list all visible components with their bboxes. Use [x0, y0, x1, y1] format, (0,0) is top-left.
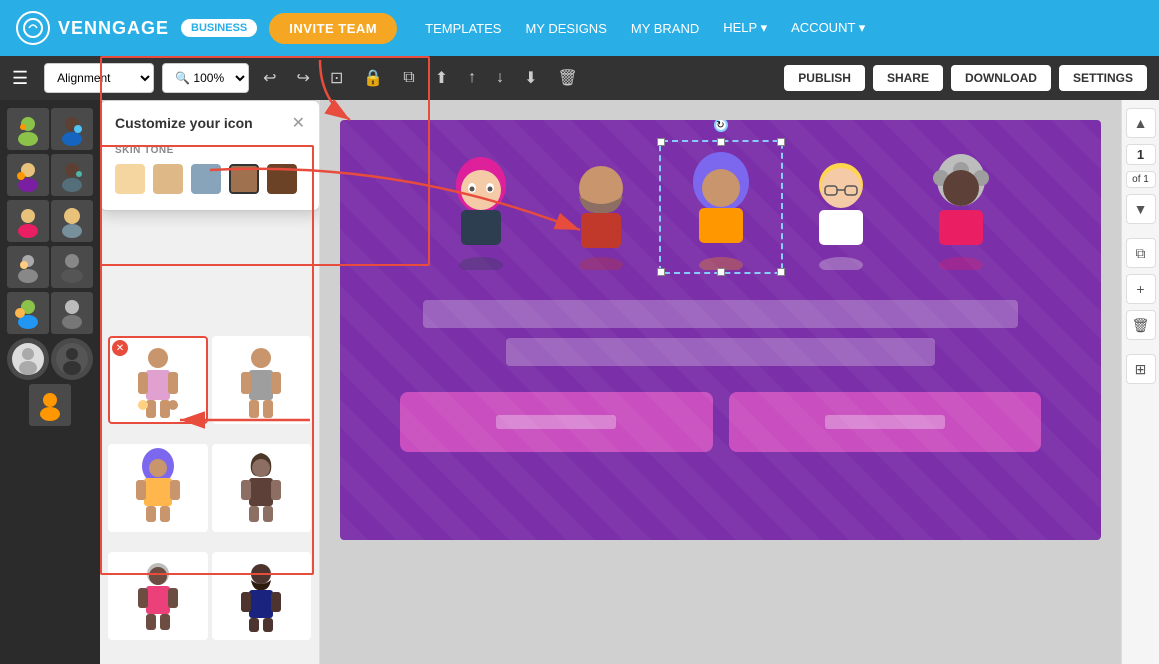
grid-icon-4[interactable] [212, 444, 312, 532]
delete-button[interactable]: 🗑 [552, 64, 584, 92]
share-button[interactable]: SHARE [873, 65, 943, 91]
sidebar-item-3[interactable] [7, 154, 49, 196]
download-button[interactable]: DOWNLOAD [951, 65, 1051, 91]
grid-view-button[interactable]: ⊞ [1126, 354, 1156, 384]
sidebar-item-12[interactable] [51, 338, 93, 380]
toolbar: ☰ Alignment 🔍 100% ↩ ↪ ⊡ 🔒 ⧉ ⬆ ↑ ↓ ⬇ 🗑 P… [0, 56, 1159, 100]
panel-grid: ✕ [100, 328, 319, 664]
logo-text: VENNGAGE [58, 18, 169, 39]
move-down-all-button[interactable]: ⬇ [518, 64, 543, 92]
grid-icon-6[interactable] [212, 552, 312, 640]
skin-tones [115, 164, 305, 194]
undo-button[interactable]: ↩ [257, 64, 282, 92]
sidebar-item-7[interactable] [7, 246, 49, 288]
figure-curly-elder[interactable] [911, 150, 1011, 270]
sidebar-item-5[interactable] [7, 200, 49, 242]
icon-panel: ♡ ⇄ 🎨 🔗 Replace Customize your icon ✕ SK… [100, 100, 320, 664]
sidebar-item-2[interactable] [51, 108, 93, 150]
sidebar-row-6 [7, 338, 93, 380]
sidebar-item-10[interactable] [51, 292, 93, 334]
lock-button[interactable]: 🔒 [357, 64, 389, 92]
top-nav: VENNGAGE BUSINESS INVITE TEAM TEMPLATES … [0, 0, 1159, 56]
nav-templates[interactable]: TEMPLATES [425, 21, 501, 36]
invite-team-button[interactable]: INVITE TEAM [269, 13, 397, 44]
move-down-button[interactable]: ↓ [490, 65, 510, 91]
grid-icon-2[interactable] [212, 336, 312, 424]
close-x-icon[interactable]: ✕ [112, 340, 128, 356]
sidebar-item-4[interactable] [51, 154, 93, 196]
page-total: of 1 [1126, 171, 1156, 188]
figure-blond-glasses[interactable] [791, 150, 891, 270]
figure-pink-hair[interactable] [431, 150, 531, 270]
grid-icon-3[interactable] [108, 444, 208, 532]
customize-popup-header: Customize your icon ✕ [115, 113, 305, 133]
figures-row: ↻ [340, 120, 1101, 290]
delete-page-button[interactable]: 🗑 [1126, 310, 1156, 340]
menu-icon[interactable]: ☰ [12, 68, 28, 89]
sidebar-row-2 [7, 154, 93, 196]
main-layout: ♡ ⇄ 🎨 🔗 Replace Customize your icon ✕ SK… [0, 100, 1159, 664]
copy-button[interactable]: ⧉ [397, 65, 420, 91]
nav-account[interactable]: ACCOUNT ▾ [791, 20, 865, 36]
sidebar-item-9[interactable] [7, 292, 49, 334]
publish-button[interactable]: PUBLISH [784, 65, 865, 91]
add-page-button[interactable]: + [1126, 274, 1156, 304]
grid-icon-5[interactable] [108, 552, 208, 640]
settings-button[interactable]: SETTINGS [1059, 65, 1147, 91]
page-number: 1 [1126, 144, 1156, 165]
business-badge: BUSINESS [181, 19, 257, 37]
move-up-small-button[interactable]: ↑ [462, 65, 482, 91]
canvas[interactable]: ↻ [340, 120, 1101, 540]
sidebar-row-3 [7, 200, 93, 242]
zoom-select[interactable]: 🔍 100% [162, 63, 249, 93]
sidebar-item-6[interactable] [51, 200, 93, 242]
move-up-button[interactable]: ⬆ [429, 64, 454, 92]
customize-close-button[interactable]: ✕ [292, 113, 305, 133]
skin-tone-4[interactable] [229, 164, 259, 194]
logo-icon [16, 11, 50, 45]
skin-tone-2[interactable] [153, 164, 183, 194]
figure-hijab-selected[interactable]: ↻ [671, 150, 771, 270]
sidebar-row-4 [7, 246, 93, 288]
sidebar-row-1 [7, 108, 93, 150]
scroll-down-button[interactable]: ▼ [1126, 194, 1156, 224]
figure-beard-man[interactable] [551, 150, 651, 270]
scroll-up-button[interactable]: ▲ [1126, 108, 1156, 138]
redo-button[interactable]: ↪ [291, 64, 316, 92]
customize-popup: Customize your icon ✕ SKIN TONE [100, 100, 320, 211]
nav-links: TEMPLATES MY DESIGNS MY BRAND HELP ▾ ACC… [425, 20, 865, 36]
sidebar-item-8[interactable] [51, 246, 93, 288]
logo: VENNGAGE [16, 11, 169, 45]
grid-icon-1[interactable]: ✕ [108, 336, 208, 424]
right-sidebar: ▲ 1 of 1 ▼ ⧉ + 🗑 ⊞ [1121, 100, 1159, 664]
left-sidebar [0, 100, 100, 664]
sidebar-row-7 [29, 384, 71, 426]
nav-my-designs[interactable]: MY DESIGNS [525, 21, 606, 36]
copy-page-button[interactable]: ⧉ [1126, 238, 1156, 268]
crop-button[interactable]: ⊡ [324, 64, 349, 92]
sidebar-row-5 [7, 292, 93, 334]
skin-tone-3[interactable] [191, 164, 221, 194]
canvas-area: ↻ [320, 100, 1121, 664]
alignment-select[interactable]: Alignment [44, 63, 154, 93]
customize-title: Customize your icon [115, 115, 253, 131]
skin-tone-1[interactable] [115, 164, 145, 194]
sidebar-item-11[interactable] [7, 338, 49, 380]
nav-help[interactable]: HELP ▾ [723, 20, 767, 36]
sidebar-item-1[interactable] [7, 108, 49, 150]
skin-tone-label: SKIN TONE [115, 145, 305, 156]
nav-my-brand[interactable]: MY BRAND [631, 21, 699, 36]
sidebar-item-13[interactable] [29, 384, 71, 426]
skin-tone-5[interactable] [267, 164, 297, 194]
